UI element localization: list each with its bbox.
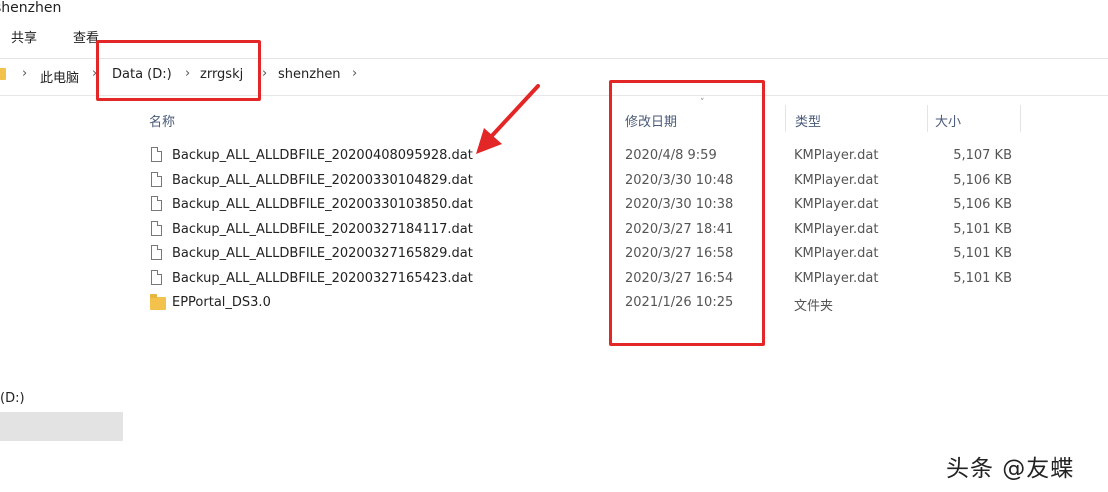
file-size: 5,101 KB: [953, 222, 1012, 237]
column-divider[interactable]: [1020, 105, 1021, 132]
file-size: 5,101 KB: [953, 246, 1012, 261]
file-name: Backup_ALL_ALLDBFILE_20200408095928.dat: [172, 148, 473, 163]
file-type: KMPlayer.dat: [794, 173, 879, 188]
file-name: Backup_ALL_ALLDBFILE_20200327165829.dat: [172, 246, 473, 261]
file-type: KMPlayer.dat: [794, 271, 879, 286]
breadcrumb-separator: ›: [352, 66, 358, 81]
ribbon-tab-share[interactable]: 共享: [11, 27, 37, 46]
window-title: shenzhen: [0, 0, 62, 16]
sidebar-drive-label[interactable]: (D:): [0, 391, 25, 406]
file-size: 5,106 KB: [953, 173, 1012, 188]
file-icon: [151, 245, 162, 260]
column-divider[interactable]: [927, 105, 928, 132]
file-row[interactable]: Backup_ALL_ALLDBFILE_20200408095928.dat 2…: [0, 146, 1108, 170]
file-size: 5,107 KB: [953, 148, 1012, 163]
file-icon: [151, 147, 162, 162]
file-row[interactable]: EPPortal_DS3.0 2021/1/26 10:25 文件夹: [0, 293, 1108, 317]
file-size: 5,101 KB: [953, 271, 1012, 286]
file-name: Backup_ALL_ALLDBFILE_20200330104829.dat: [172, 173, 473, 188]
file-icon: [151, 270, 162, 285]
file-type: KMPlayer.dat: [794, 197, 879, 212]
sidebar-selected-item[interactable]: [0, 412, 123, 441]
folder-icon: [150, 294, 166, 310]
column-header-name[interactable]: 名称: [149, 111, 175, 130]
file-icon: [151, 221, 162, 236]
file-type: 文件夹: [794, 299, 834, 314]
column-divider[interactable]: [785, 105, 786, 132]
file-type: KMPlayer.dat: [794, 222, 879, 237]
annotation-box-path: [96, 40, 261, 101]
file-type: KMPlayer.dat: [794, 148, 879, 163]
breadcrumb-this-pc[interactable]: 此电脑: [40, 67, 79, 86]
file-row[interactable]: Backup_ALL_ALLDBFILE_20200330104829.dat 2…: [0, 171, 1108, 195]
file-icon: [151, 196, 162, 211]
column-header-type[interactable]: 类型: [795, 111, 821, 130]
breadcrumb-separator: ›: [22, 66, 28, 81]
file-row[interactable]: Backup_ALL_ALLDBFILE_20200327184117.dat 2…: [0, 220, 1108, 244]
breadcrumb-separator: ›: [262, 66, 268, 81]
annotation-box-dates: [609, 80, 765, 346]
folder-icon: [0, 68, 6, 80]
file-row[interactable]: Backup_ALL_ALLDBFILE_20200330103850.dat 2…: [0, 195, 1108, 219]
file-row[interactable]: Backup_ALL_ALLDBFILE_20200327165829.dat 2…: [0, 244, 1108, 268]
file-size: 5,106 KB: [953, 197, 1012, 212]
breadcrumb-shenzhen[interactable]: shenzhen: [278, 67, 341, 82]
file-name: Backup_ALL_ALLDBFILE_20200327165423.dat: [172, 271, 473, 286]
file-name: Backup_ALL_ALLDBFILE_20200330103850.dat: [172, 197, 473, 212]
annotation-arrow-icon: [476, 84, 540, 154]
file-row[interactable]: Backup_ALL_ALLDBFILE_20200327165423.dat 2…: [0, 269, 1108, 293]
column-header-size[interactable]: 大小: [935, 111, 961, 130]
file-name: EPPortal_DS3.0: [172, 295, 271, 310]
file-name: Backup_ALL_ALLDBFILE_20200327184117.dat: [172, 222, 473, 237]
file-type: KMPlayer.dat: [794, 246, 879, 261]
file-icon: [151, 172, 162, 187]
watermark-text: 头条 @友蝶: [946, 456, 1075, 482]
